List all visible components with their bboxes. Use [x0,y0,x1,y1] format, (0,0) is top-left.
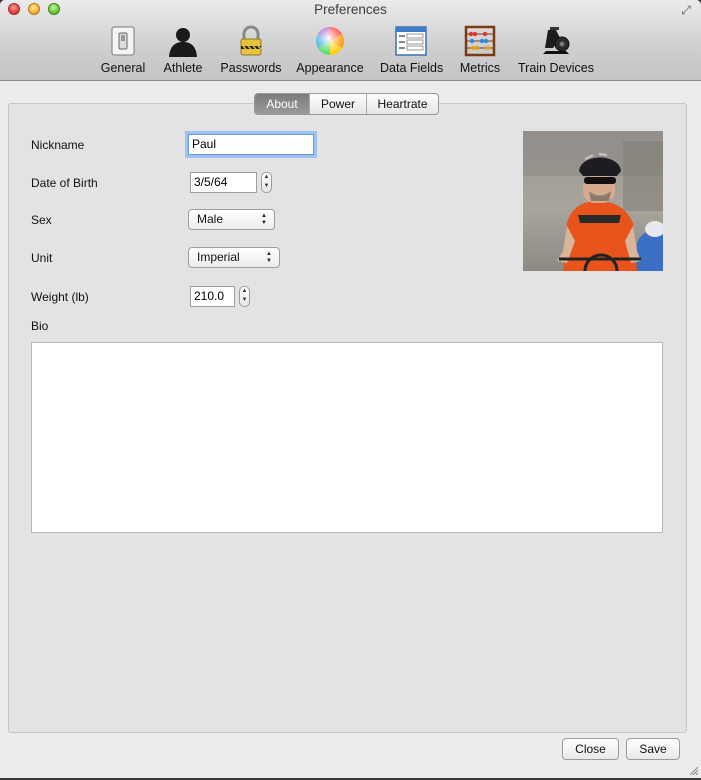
toolbar-athlete[interactable]: Athlete [160,22,206,78]
bike-trainer-icon [543,27,570,54]
save-button[interactable]: Save [626,738,680,760]
toolbar-metrics[interactable]: Metrics [456,22,504,78]
tab-about[interactable]: About [255,94,310,114]
athlete-photo[interactable] [523,131,663,271]
unit-select[interactable]: Imperial ▲ ▼ [188,247,280,268]
weight-input[interactable]: 210.0 [190,286,235,307]
bio-label: Bio [31,319,49,333]
popup-arrows-icon: ▲ ▼ [266,251,272,264]
sex-select[interactable]: Male ▲ ▼ [188,209,275,230]
toolbar-athlete-label: Athlete [163,61,203,75]
toolbar-data-fields-label: Data Fields [380,61,444,75]
weight-label: Weight (lb) [31,290,89,304]
date-of-birth-stepper[interactable]: ▲ ▼ [261,172,272,193]
resize-grip-icon[interactable] [688,765,698,775]
tab-bar: About Power Heartrate [254,93,439,115]
sex-label: Sex [31,213,52,227]
toolbar-general[interactable]: General [100,22,146,78]
toolbar-appearance-label: Appearance [296,61,364,75]
popup-arrows-icon: ▲ ▼ [261,213,267,226]
date-of-birth-label: Date of Birth [31,176,98,190]
light-switch-icon [111,26,135,56]
toolbar-train-devices-label: Train Devices [518,61,594,75]
toolbar-passwords[interactable]: Passwords [220,22,282,78]
form-window-icon [395,26,427,56]
unit-label: Unit [31,251,53,265]
toolbar-train-devices[interactable]: Train Devices [518,22,594,78]
toolbar-passwords-label: Passwords [220,61,282,75]
tab-power[interactable]: Power [310,94,367,114]
toolbar-general-label: General [100,61,146,75]
toolbar-data-fields[interactable]: Data Fields [380,22,444,78]
weight-stepper[interactable]: ▲ ▼ [239,286,250,307]
toolbar: Preferences ⤢ General Athlete Passwords … [0,0,701,81]
close-button[interactable]: Close [562,738,619,760]
fullscreen-icon[interactable]: ⤢ [679,3,693,17]
tab-heartrate[interactable]: Heartrate [367,94,438,114]
unit-select-value: Imperial [197,250,240,264]
date-of-birth-input[interactable]: 3/5/64 [190,172,257,193]
sex-select-value: Male [197,212,224,226]
nickname-input[interactable]: Paul [188,134,314,155]
toolbar-metrics-label: Metrics [459,61,501,75]
window-title: Preferences [314,2,387,17]
abacus-icon [464,25,496,57]
person-silhouette-icon [169,28,197,57]
color-wheel-icon [316,27,344,55]
preferences-window: Preferences ⤢ General Athlete Passwords … [0,0,701,778]
padlock-icon [240,25,262,56]
toolbar-appearance[interactable]: Appearance [296,22,364,78]
bio-textarea[interactable] [31,342,663,533]
nickname-label: Nickname [31,138,85,152]
